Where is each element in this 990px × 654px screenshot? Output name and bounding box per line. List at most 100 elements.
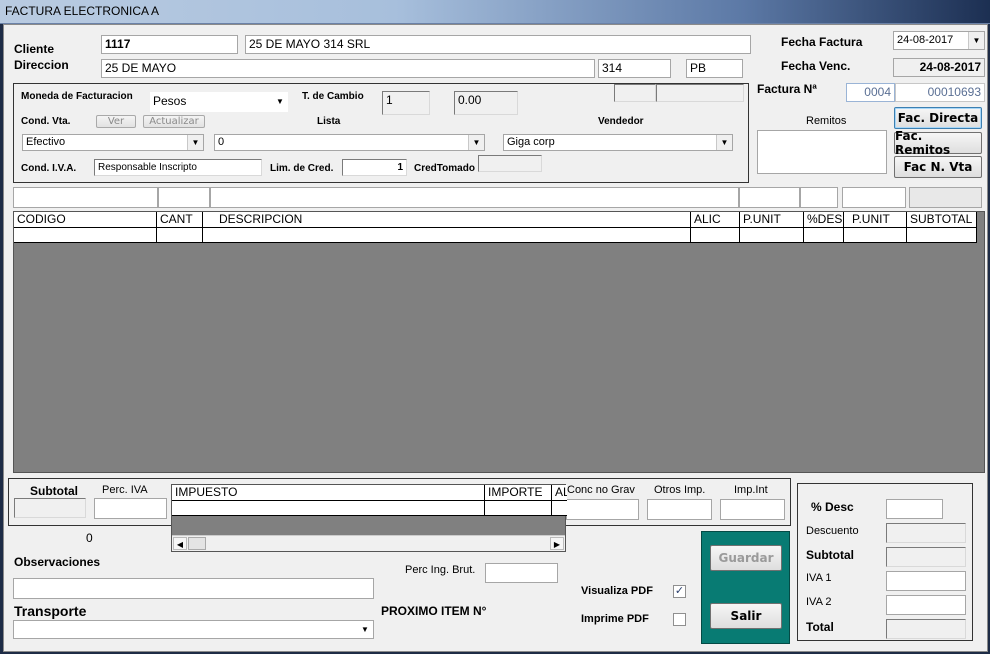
chevron-down-icon[interactable]: ▼	[187, 135, 203, 150]
title-bar: FACTURA ELECTRONICA A	[0, 0, 990, 24]
observaciones-input[interactable]	[13, 578, 374, 599]
direccion-number-input[interactable]: 314	[598, 59, 671, 78]
scroll-right-icon[interactable]: ▶	[550, 537, 564, 550]
salir-button[interactable]: Salir	[710, 603, 782, 629]
grid-cell[interactable]	[844, 228, 907, 243]
cond-vta-value: Efectivo	[26, 136, 66, 148]
item-subtotal-field	[909, 187, 982, 208]
otros-imp-input[interactable]	[647, 499, 712, 520]
col-header-des[interactable]: %DES	[804, 212, 844, 228]
scroll-thumb[interactable]	[188, 537, 206, 550]
proximo-item-label: PROXIMO ITEM N°	[381, 604, 487, 618]
grid-cell[interactable]	[14, 228, 157, 243]
chevron-down-icon[interactable]: ▼	[468, 135, 484, 150]
perc-iva-label: Perc. IVA	[102, 484, 148, 496]
chevron-down-icon[interactable]: ▼	[272, 92, 288, 112]
total-field	[886, 619, 966, 639]
tax-col-impuesto[interactable]: IMPUESTO	[172, 485, 485, 501]
desc-pct-input[interactable]	[886, 499, 943, 519]
iva1-field	[886, 571, 966, 591]
transporte-select[interactable]: ▼	[13, 620, 374, 639]
grid-cell[interactable]	[157, 228, 203, 243]
item-alic-input[interactable]	[739, 187, 800, 208]
iva2-field	[886, 595, 966, 615]
visualiza-pdf-checkbox[interactable]: ✓	[673, 585, 686, 598]
cond-iva-field: Responsable Inscripto	[94, 159, 262, 176]
item-des-input[interactable]	[842, 187, 906, 208]
fecha-factura-picker[interactable]: 24-08-2017 ▼	[893, 31, 985, 50]
fecha-venc-label: Fecha Venc.	[781, 59, 851, 73]
grid-cell[interactable]	[804, 228, 844, 243]
col-header-codigo[interactable]: CODIGO	[14, 212, 157, 228]
imprime-pdf-checkbox[interactable]	[673, 613, 686, 626]
zero-value-label: 0	[86, 531, 93, 545]
lista-label: Lista	[317, 116, 341, 127]
totals-subtotal-label: Subtotal	[806, 548, 854, 562]
form-client-area: Cliente Direccion 1117 25 DE MAYO 314 SR…	[3, 24, 988, 652]
chevron-down-icon[interactable]: ▼	[716, 135, 732, 150]
cliente-code-input[interactable]: 1117	[101, 35, 238, 54]
vendedor-select[interactable]: Giga corp ▼	[503, 134, 733, 151]
col-header-punit[interactable]: P.UNIT	[740, 212, 804, 228]
vendedor-value: Giga corp	[507, 136, 555, 148]
cond-vta-select[interactable]: Efectivo ▼	[22, 134, 204, 151]
conc-no-grav-input[interactable]	[566, 499, 639, 520]
observaciones-label: Observaciones	[14, 555, 101, 569]
fecha-factura-label: Fecha Factura	[781, 35, 863, 49]
tax-grid[interactable]: IMPUESTO IMPORTE AL ◀ ▶	[171, 484, 567, 552]
tax-grid-hscrollbar[interactable]: ◀ ▶	[172, 535, 565, 551]
col-header-punit-2[interactable]: P.UNIT	[844, 212, 907, 228]
fecha-venc-field: 24-08-2017	[893, 58, 985, 77]
tax-col-al[interactable]: AL	[552, 485, 567, 501]
tcambio-label: T. de Cambio	[302, 91, 364, 102]
tax-col-importe[interactable]: IMPORTE	[485, 485, 552, 501]
grid-cell[interactable]	[485, 501, 552, 516]
ver-button[interactable]: Ver	[96, 115, 136, 128]
direccion-floor-input[interactable]: PB	[686, 59, 743, 78]
tcambio-field-2: 0.00	[454, 91, 518, 115]
total-label: Total	[806, 620, 834, 634]
factura-number-label: Factura Nª	[757, 82, 817, 96]
lista-select[interactable]: 0 ▼	[214, 134, 485, 151]
perc-iva-input[interactable]	[94, 498, 167, 519]
grid-cell[interactable]	[740, 228, 804, 243]
subtotal-footer-label: Subtotal	[30, 484, 78, 498]
grid-cell[interactable]	[172, 501, 485, 516]
col-header-cant[interactable]: CANT	[157, 212, 203, 228]
col-header-subtotal[interactable]: SUBTOTAL	[907, 212, 977, 228]
item-cant-input[interactable]	[158, 187, 210, 208]
fac-directa-button[interactable]: Fac. Directa	[894, 107, 982, 129]
col-header-descripcion[interactable]: DESCRIPCION	[203, 212, 691, 228]
fac-remitos-button[interactable]: Fac. Remitos	[894, 129, 982, 157]
blank-field-1	[614, 84, 656, 102]
perc-ing-brut-input[interactable]	[485, 563, 558, 583]
grid-cell[interactable]	[907, 228, 977, 243]
moneda-label: Moneda de Facturacion	[21, 91, 133, 102]
item-descripcion-input[interactable]	[210, 187, 739, 208]
col-header-alic[interactable]: ALIC	[691, 212, 740, 228]
chevron-down-icon[interactable]: ▼	[968, 32, 984, 49]
fac-nvta-button[interactable]: Fac N. Vta	[894, 156, 982, 178]
grid-cell[interactable]	[203, 228, 691, 243]
factura-num-field: 00010693	[895, 83, 985, 102]
scroll-left-icon[interactable]: ◀	[173, 537, 187, 550]
window-title: FACTURA ELECTRONICA A	[5, 4, 160, 18]
imp-int-label: Imp.Int	[734, 484, 768, 496]
chevron-down-icon[interactable]: ▼	[357, 621, 373, 638]
item-punit-input[interactable]	[800, 187, 838, 208]
direccion-label: Direccion	[14, 58, 69, 72]
remitos-list[interactable]	[757, 130, 887, 174]
imp-int-input[interactable]	[720, 499, 785, 520]
cliente-label: Cliente	[14, 42, 55, 56]
grid-cell[interactable]	[552, 501, 567, 516]
lim-cred-input[interactable]: 1	[342, 159, 407, 176]
direccion-street-input[interactable]: 25 DE MAYO	[101, 59, 595, 78]
action-panel: Guardar Salir	[701, 531, 790, 644]
item-codigo-input[interactable]	[13, 187, 158, 208]
grid-cell[interactable]	[691, 228, 740, 243]
guardar-button[interactable]: Guardar	[710, 545, 782, 571]
cliente-name-input[interactable]: 25 DE MAYO 314 SRL	[245, 35, 751, 54]
items-grid[interactable]: CODIGO CANT DESCRIPCION ALIC P.UNIT %DES…	[13, 211, 985, 473]
actualizar-button[interactable]: Actualizar	[143, 115, 205, 128]
moneda-select[interactable]: Pesos ▼	[150, 92, 288, 112]
